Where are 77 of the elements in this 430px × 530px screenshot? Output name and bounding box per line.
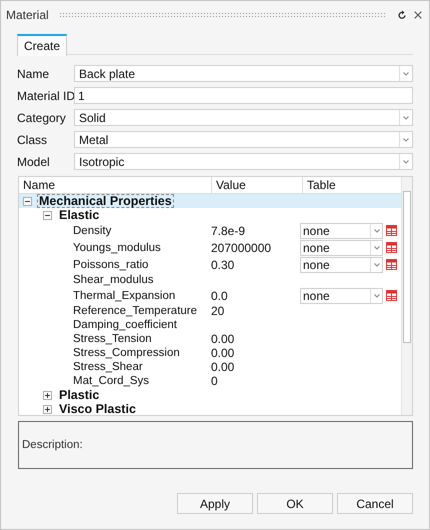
description-field[interactable]: Description:	[18, 421, 413, 469]
window-title: Material	[6, 8, 49, 22]
caret-icon[interactable]	[372, 260, 380, 268]
expand-icon[interactable]	[43, 404, 52, 414]
dropdown-value: none	[302, 288, 331, 302]
property-name: Stress_Compression	[72, 347, 180, 359]
property-value: 207000000	[211, 240, 272, 254]
caret-icon[interactable]	[402, 136, 410, 144]
property-name: Thermal_Expansion	[72, 290, 176, 302]
dropdown-value: none	[302, 224, 331, 238]
expand-icon[interactable]	[43, 390, 52, 400]
field-value: Back plate	[78, 66, 136, 80]
column-header[interactable]: Name	[19, 177, 212, 193]
dropdown-value: none	[302, 258, 331, 272]
field-label: Class	[17, 132, 48, 146]
field-label: Model	[17, 154, 51, 168]
caret-icon[interactable]	[372, 226, 380, 234]
property-value: 20	[211, 304, 224, 318]
dialog-button[interactable]: OK	[257, 493, 333, 514]
scrollbar[interactable]	[401, 177, 412, 415]
table-dropdown[interactable]: none	[300, 288, 383, 304]
property-name: Density	[72, 224, 112, 236]
property-value: 7.8e-9	[211, 224, 246, 238]
dropdown-field[interactable]: Back plate	[74, 65, 413, 82]
property-value: 0.00	[211, 332, 234, 346]
column-header[interactable]: Table	[303, 177, 402, 193]
dropdown-field[interactable]: Metal	[74, 131, 413, 148]
table-icon[interactable]	[386, 259, 397, 270]
refresh-icon[interactable]	[397, 10, 407, 20]
dialog-button[interactable]: Apply	[177, 493, 253, 514]
property-value: 0	[211, 374, 218, 388]
caret-icon[interactable]	[402, 114, 410, 122]
collapse-icon[interactable]	[43, 210, 52, 220]
caret-icon[interactable]	[402, 158, 410, 166]
dropdown-value: none	[302, 240, 331, 254]
tree-item[interactable]: Visco Plastic	[57, 402, 138, 416]
tree-item[interactable]: Elastic	[57, 208, 102, 222]
field-value: Isotropic	[78, 154, 126, 168]
table-dropdown[interactable]: none	[300, 240, 383, 256]
property-value: 0.30	[211, 258, 234, 272]
selected-row[interactable]: Mechanical Properties	[19, 194, 402, 208]
tab[interactable]: Create	[17, 34, 68, 56]
table-icon[interactable]	[386, 290, 397, 301]
field-label: Material ID	[17, 88, 74, 102]
field-value: Solid	[78, 110, 107, 124]
drag-handle[interactable]	[58, 12, 387, 18]
property-name: Damping_coefficient	[72, 319, 177, 331]
property-name: Stress_Shear	[72, 361, 143, 373]
field-label: Name	[17, 66, 50, 80]
property-name: Stress_Tension	[72, 333, 152, 345]
description-label: Description:	[22, 439, 83, 451]
dropdown-field[interactable]: Solid	[74, 109, 413, 126]
column-header[interactable]: Value	[212, 177, 303, 193]
property-name: Reference_Temperature	[72, 305, 198, 317]
table-dropdown[interactable]: none	[300, 256, 383, 272]
tree-item[interactable]: Mechanical Properties	[37, 194, 174, 208]
property-value: 0.00	[211, 360, 234, 374]
property-value: 0.0	[211, 288, 228, 302]
caret-icon[interactable]	[372, 244, 380, 252]
field-label: Category	[17, 110, 67, 124]
dropdown-field[interactable]: Isotropic	[74, 153, 413, 170]
dialog-button[interactable]: Cancel	[337, 493, 413, 514]
input-field[interactable]: 1	[74, 87, 413, 104]
table-dropdown[interactable]: none	[300, 222, 383, 238]
table-icon[interactable]	[386, 225, 397, 236]
caret-icon[interactable]	[372, 292, 380, 300]
property-value: 0.00	[211, 346, 234, 360]
caret-icon[interactable]	[402, 70, 410, 78]
close-icon[interactable]	[413, 10, 423, 20]
property-name: Youngs_modulus	[72, 242, 161, 254]
property-name: Poissons_ratio	[72, 258, 148, 270]
tree-item[interactable]: Plastic	[57, 388, 102, 402]
collapse-icon[interactable]	[23, 196, 32, 206]
field-value: Metal	[78, 132, 110, 146]
property-name: Mat_Cord_Sys	[72, 375, 150, 387]
table-icon[interactable]	[386, 242, 397, 253]
property-name: Shear_modulus	[72, 274, 154, 286]
